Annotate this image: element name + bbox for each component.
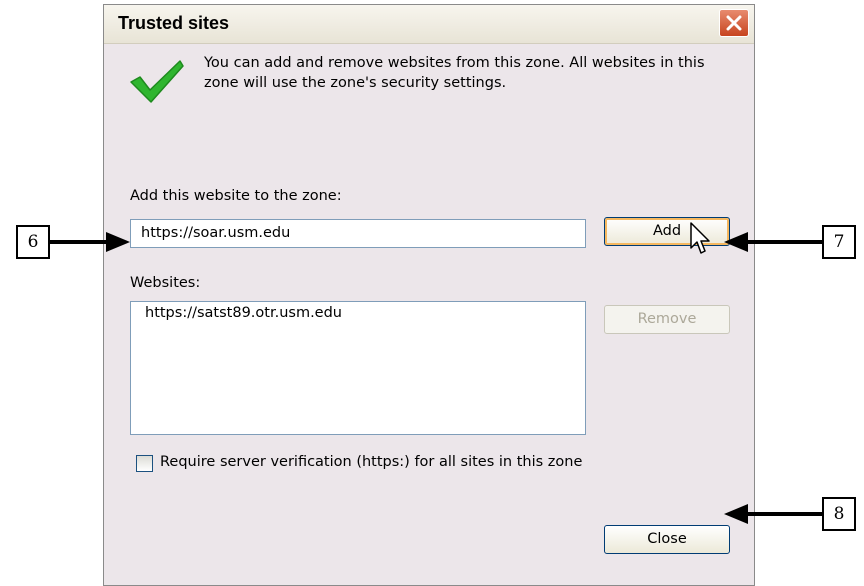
trusted-sites-dialog: Trusted sites You can add and remove web… bbox=[103, 4, 755, 586]
callout-8: 8 bbox=[822, 497, 856, 531]
remove-button[interactable]: Remove bbox=[604, 305, 730, 334]
close-window-button[interactable] bbox=[719, 9, 749, 37]
require-verification-label[interactable]: Require server verification (https:) for… bbox=[160, 454, 582, 470]
callout-6: 6 bbox=[16, 225, 50, 259]
close-button[interactable]: Close bbox=[604, 525, 730, 554]
require-verification-checkbox[interactable] bbox=[136, 455, 153, 472]
website-url-input[interactable]: https://soar.usm.edu bbox=[130, 219, 586, 248]
title-bar[interactable]: Trusted sites bbox=[104, 5, 754, 44]
arrow-left-icon bbox=[724, 232, 822, 252]
mouse-cursor-icon bbox=[690, 222, 710, 254]
websites-list[interactable]: https://satst89.otr.usm.edu bbox=[130, 301, 586, 435]
dialog-title: Trusted sites bbox=[118, 13, 230, 33]
green-checkmark-icon bbox=[130, 60, 184, 103]
close-icon bbox=[726, 15, 742, 31]
callout-7: 7 bbox=[822, 225, 856, 259]
add-website-label: Add this website to the zone: bbox=[130, 188, 342, 204]
arrow-right-icon bbox=[50, 232, 130, 252]
info-text: You can add and remove websites from thi… bbox=[204, 55, 705, 91]
websites-label: Websites: bbox=[130, 275, 201, 291]
list-item[interactable]: https://satst89.otr.usm.edu bbox=[145, 305, 342, 321]
arrow-left-icon bbox=[724, 504, 822, 524]
